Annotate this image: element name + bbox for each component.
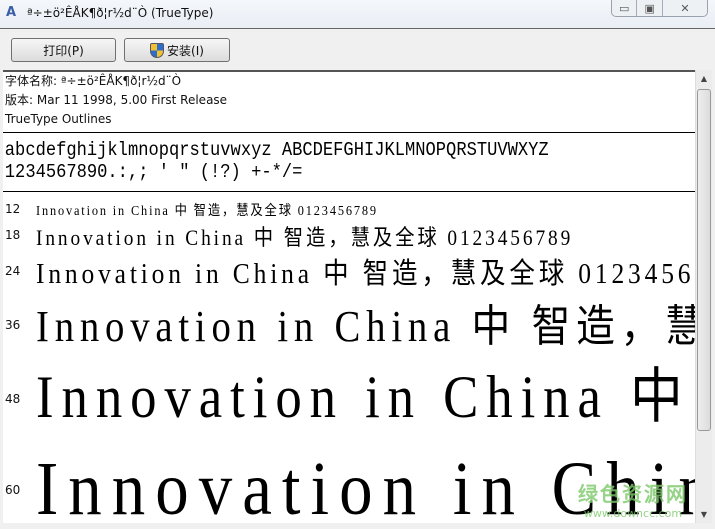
close-button[interactable]: ✕ bbox=[663, 0, 707, 16]
preview-text: Innovation in China 中 智造，慧及全球 0123456789 bbox=[36, 258, 695, 290]
watermark: 绿色资源网 www.downcc.com bbox=[578, 478, 688, 520]
symbol-sample: 1234567890.:,; ' " (!?) +-*/= bbox=[4, 161, 303, 183]
size-label: 48 bbox=[5, 392, 21, 406]
size-label: 12 bbox=[5, 202, 21, 216]
font-app-icon: A bbox=[6, 5, 17, 20]
divider bbox=[3, 191, 695, 192]
size-label: 18 bbox=[5, 228, 21, 242]
title-bar: A ª÷±ö²ÊÅK¶ð¦r½d¨Ò (TrueType) ▭ ▣ ✕ bbox=[0, 0, 715, 28]
install-label: 安装(I) bbox=[167, 43, 204, 58]
scrollbar-thumb[interactable] bbox=[697, 89, 711, 431]
toolbar: 打印(P) 安装(I) bbox=[0, 28, 715, 70]
size-label: 60 bbox=[5, 483, 21, 497]
font-name: 字体名称: ª÷±ö²ÊÅK¶ð¦r½d¨Ò bbox=[5, 74, 182, 88]
watermark-url: www.downcc.com bbox=[583, 507, 683, 520]
scroll-up-arrow-icon[interactable]: ▲ bbox=[696, 70, 712, 87]
preview-text: Innovation in China 中 智造，慧及全球 0123456789 bbox=[36, 364, 695, 430]
alphabet-sample: abcdefghijklmnopqrstuvwxyz ABCDEFGHIJKLM… bbox=[4, 139, 549, 161]
minimize-icon: ▭ bbox=[619, 1, 630, 15]
maximize-button[interactable]: ▣ bbox=[637, 0, 663, 16]
minimize-button[interactable]: ▭ bbox=[612, 0, 638, 16]
font-outline-type: TrueType Outlines bbox=[5, 112, 112, 126]
preview-text: Innovation in China 中 智造，慧及全球 0123456789 bbox=[36, 204, 378, 219]
font-version: 版本: Mar 11 1998, 5.00 First Release bbox=[5, 93, 228, 107]
window-title: ª÷±ö²ÊÅK¶ð¦r½d¨Ò (TrueType) bbox=[27, 6, 214, 20]
window-controls: ▭ ▣ ✕ bbox=[611, 0, 708, 17]
install-button[interactable]: 安装(I) bbox=[124, 38, 230, 62]
size-label: 36 bbox=[5, 318, 21, 332]
close-icon: ✕ bbox=[680, 1, 690, 15]
vertical-scrollbar[interactable]: ▲ ▼ bbox=[695, 70, 712, 523]
uac-shield-icon bbox=[150, 42, 165, 58]
maximize-icon: ▣ bbox=[644, 1, 655, 15]
scroll-down-arrow-icon[interactable]: ▼ bbox=[696, 506, 712, 523]
print-label: 打印(P) bbox=[43, 43, 84, 58]
preview-text: Innovation in China 中 智造，慧及全球 0123456789 bbox=[36, 302, 695, 351]
print-button[interactable]: 打印(P) bbox=[11, 38, 116, 62]
size-label: 24 bbox=[5, 264, 21, 278]
preview-text: Innovation in China 中 智造，慧及全球 0123456789 bbox=[36, 225, 574, 250]
watermark-name: 绿色资源网 bbox=[578, 482, 688, 506]
font-info: 字体名称: ª÷±ö²ÊÅK¶ð¦r½d¨Ò 版本: Mar 11 1998, … bbox=[3, 72, 695, 129]
font-preview-pane: 字体名称: ª÷±ö²ÊÅK¶ð¦r½d¨Ò 版本: Mar 11 1998, … bbox=[3, 70, 695, 523]
